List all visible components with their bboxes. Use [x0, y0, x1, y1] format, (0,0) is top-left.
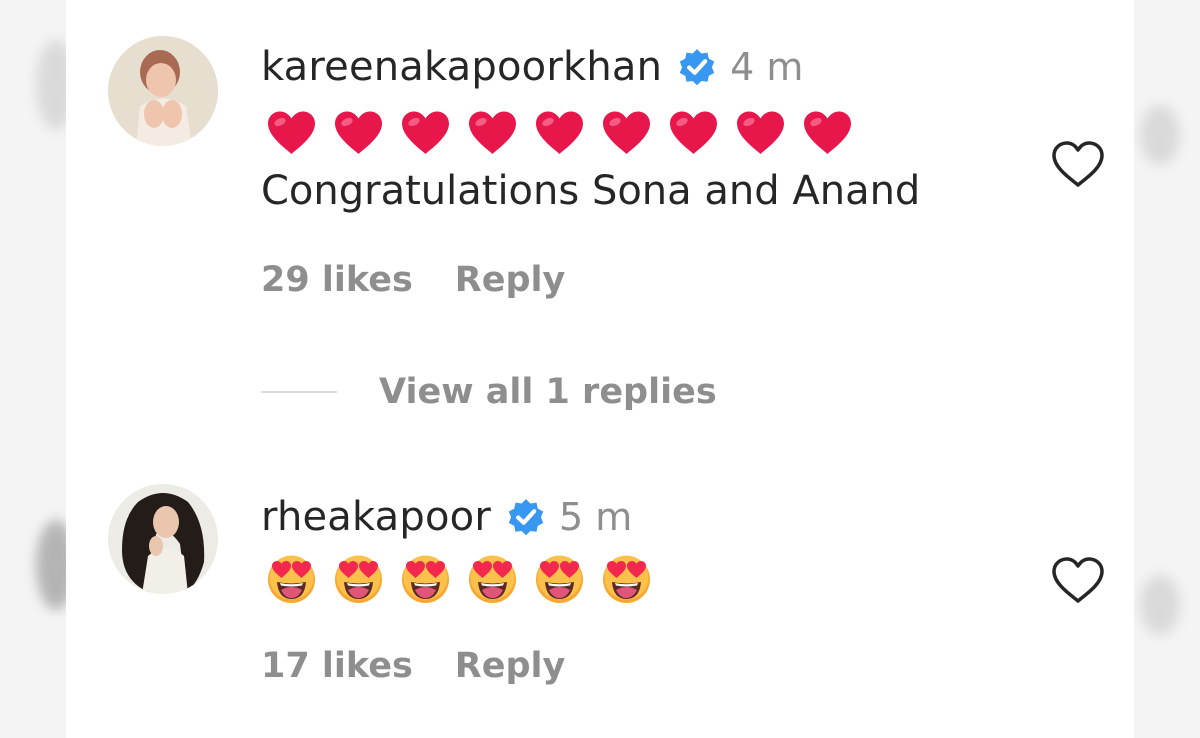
- avatar[interactable]: [108, 484, 218, 594]
- like-heart-icon[interactable]: [1050, 556, 1106, 606]
- reply-button[interactable]: Reply: [455, 260, 566, 300]
- comment-item: kareenakapoorkhan 4 m Congratulations So…: [66, 0, 1134, 330]
- child-portrait-avatar: [108, 36, 218, 146]
- heart-eyes-emoji: [268, 555, 315, 603]
- red-heart-emoji: [603, 111, 650, 154]
- red-heart-emoji: [268, 111, 315, 154]
- comment-header: kareenakapoorkhan 4 m: [261, 44, 803, 90]
- likes-count[interactable]: 29 likes: [261, 260, 413, 300]
- comment-header: rheakapoor 5 m: [261, 494, 632, 540]
- red-heart-emoji: [536, 111, 583, 154]
- red-heart-emoji: [469, 111, 516, 154]
- red-heart-emoji: [402, 111, 449, 154]
- red-heart-emoji: [737, 111, 784, 154]
- comment-text: Congratulations Sona and Anand: [261, 168, 921, 214]
- comments-panel: kareenakapoorkhan 4 m Congratulations So…: [66, 0, 1134, 738]
- red-heart-emoji: [335, 111, 382, 154]
- like-heart-icon[interactable]: [1050, 140, 1106, 190]
- username[interactable]: rheakapoor: [261, 494, 491, 540]
- reply-divider-line: [261, 391, 337, 393]
- blurred-heart-ghost: [1140, 575, 1180, 635]
- verified-badge-icon: [508, 499, 544, 536]
- heart-eyes-emoji: [536, 555, 583, 603]
- screenshot-stage: kareenakapoorkhan 4 m Congratulations So…: [0, 0, 1200, 738]
- likes-count[interactable]: 17 likes: [261, 646, 413, 686]
- heart-eyes-emoji: [603, 555, 650, 603]
- blurred-heart-ghost: [1140, 105, 1180, 165]
- comment-item: rheakapoor 5 m 17 likes Reply: [66, 470, 1134, 738]
- emoji-row: [266, 554, 652, 605]
- heart-eyes-emoji: [335, 555, 382, 603]
- emoji-row: [266, 110, 853, 156]
- comment-meta: 29 likes Reply: [261, 260, 565, 300]
- comment-time: 5 m: [558, 495, 633, 539]
- red-heart-emoji: [804, 111, 851, 154]
- left-background-edge: [0, 0, 76, 738]
- verified-badge-icon: [679, 49, 715, 86]
- comment-time: 4 m: [730, 45, 804, 89]
- reply-button[interactable]: Reply: [455, 646, 566, 686]
- comment-meta: 17 likes Reply: [261, 646, 565, 686]
- heart-eyes-emoji: [469, 555, 516, 603]
- username[interactable]: kareenakapoorkhan: [261, 44, 662, 90]
- red-heart-emoji: [670, 111, 717, 154]
- heart-eyes-emoji: [402, 555, 449, 603]
- right-background-edge: [1134, 0, 1200, 738]
- view-replies-link[interactable]: View all 1 replies: [261, 372, 717, 412]
- view-replies-text[interactable]: View all 1 replies: [379, 372, 717, 412]
- woman-portrait-avatar: [108, 484, 218, 594]
- avatar[interactable]: [108, 36, 218, 146]
